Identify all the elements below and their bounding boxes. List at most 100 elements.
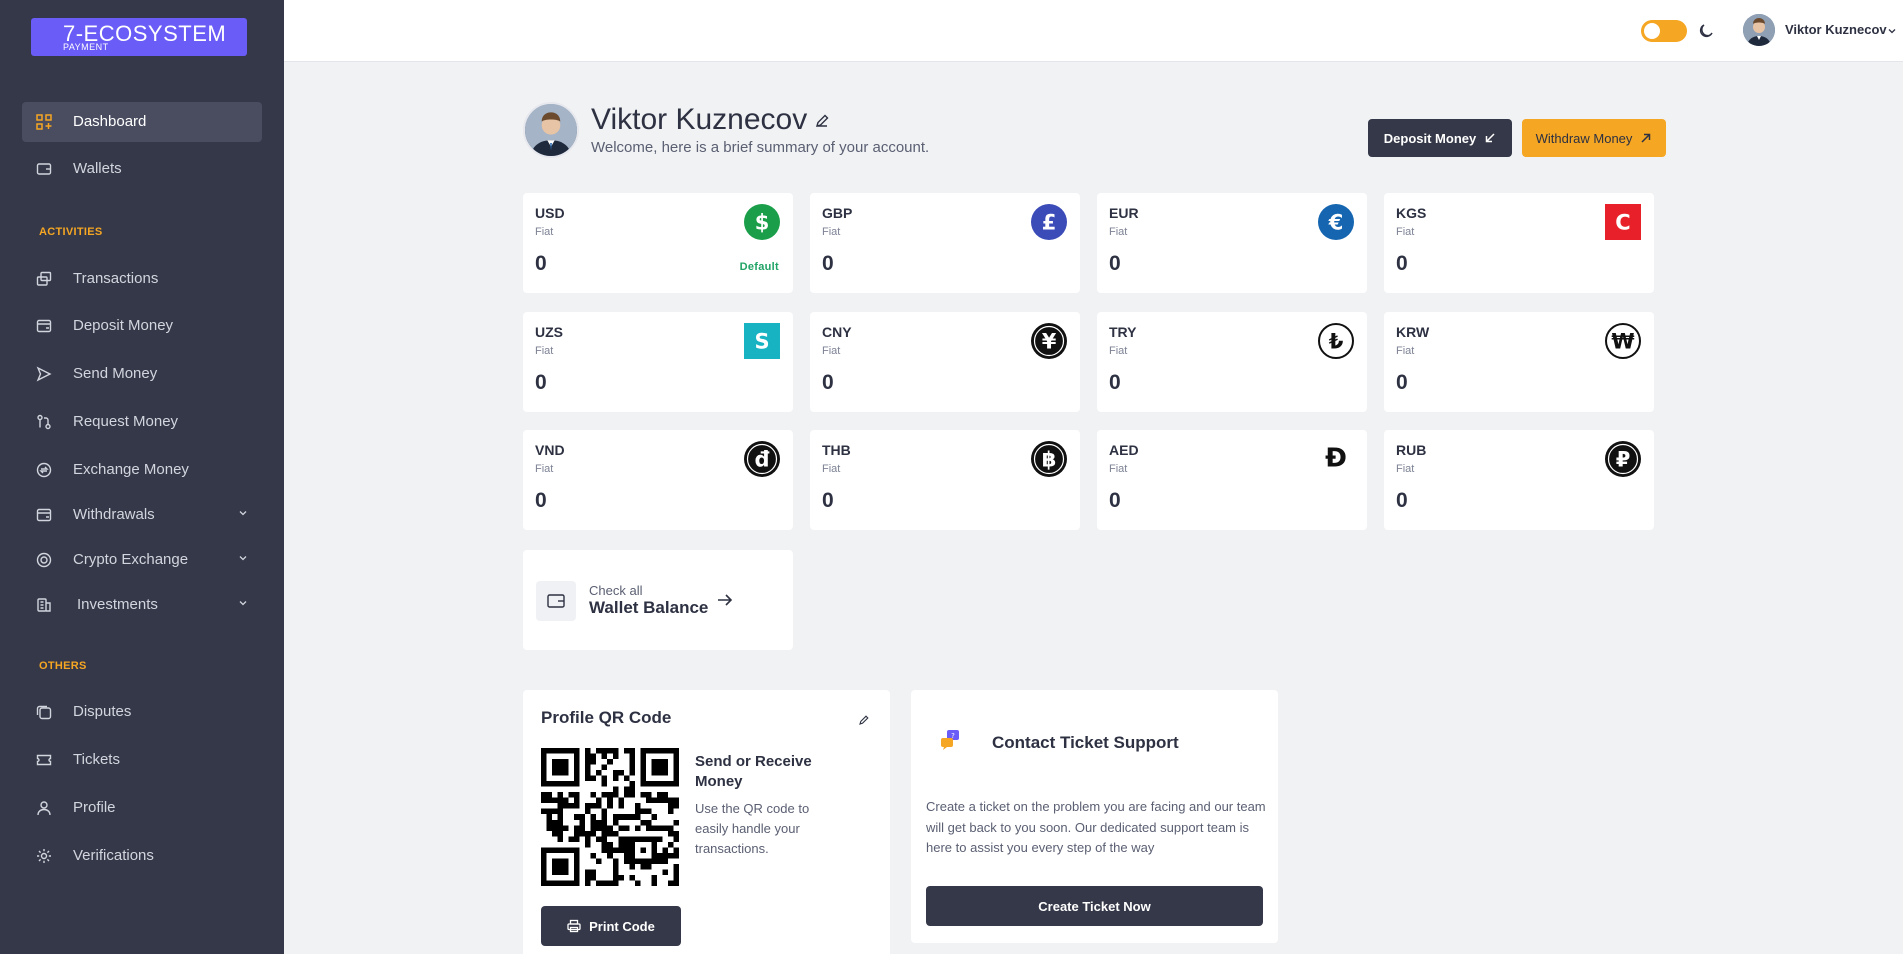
arrow-down-left-icon [1485,133,1495,143]
wallet-card-title: Wallet Balance [589,598,709,617]
theme-toggle[interactable] [1641,20,1687,42]
sidebar-item-tickets[interactable]: Tickets [22,740,262,780]
page-title: Viktor Kuznecov [591,103,808,136]
currency-card-vnd[interactable]: VND Fiat 0 đ [523,430,793,530]
currency-type: Fiat [535,226,554,238]
arrow-right-icon [718,594,733,606]
sidebar-item-dashboard[interactable]: Dashboard [22,102,262,142]
create-ticket-button[interactable]: Create Ticket Now [926,886,1263,926]
currency-code: VND [535,442,565,458]
currency-card-cny[interactable]: CNY Fiat 0 ¥ [810,312,1080,412]
default-badge: Default [739,261,779,273]
sidebar-item-exchange-money[interactable]: Exchange Money [22,450,262,490]
gear-icon [37,849,51,863]
sidebar-item-request-money[interactable]: Request Money [22,402,262,442]
sidebar-item-label: Investments [77,596,158,613]
svg-text:$: $ [755,211,770,235]
moon-icon[interactable] [1697,22,1715,40]
currency-gbp-icon: £ [1031,204,1067,240]
exchange-icon [36,462,52,478]
chevron-down-icon[interactable] [1887,26,1897,36]
request-icon [37,414,51,430]
sidebar-item-label: Deposit Money [73,317,174,334]
currency-card-kgs[interactable]: KGS Fiat 0 C [1384,193,1654,293]
sidebar-item-label: Verifications [73,847,154,864]
printer-icon [567,919,581,933]
currency-kgs-icon: C [1605,204,1641,240]
print-code-label: Print Code [589,918,655,934]
deposit-money-label: Deposit Money [1383,130,1477,146]
svg-text:₽: ₽ [1616,448,1631,472]
sidebar-item-profile[interactable]: Profile [22,788,262,828]
currency-card-gbp[interactable]: GBP Fiat 0 £ [810,193,1080,293]
svg-text:S: S [754,330,769,354]
currency-code: GBP [822,205,853,221]
currency-card-uzs[interactable]: UZS Fiat 0 S [523,312,793,412]
chevron-down-icon [239,511,247,516]
currency-card-usd[interactable]: USD Fiat 0 Default $ [523,193,793,293]
currency-vnd-icon: đ [744,441,780,477]
currency-card-rub[interactable]: RUB Fiat 0 ₽ [1384,430,1654,530]
currency-card-eur[interactable]: EUR Fiat 0 € [1097,193,1367,293]
withdraw-money-label: Withdraw Money [1535,130,1633,146]
currency-rub-icon: ₽ [1605,441,1641,477]
currency-try-icon: ₺ [1318,323,1354,359]
currency-type: Fiat [535,463,554,475]
sidebar-item-send-money[interactable]: Send Money [22,354,262,394]
toggle-knob [1644,23,1660,39]
sidebar-item-withdrawals[interactable]: Withdrawals [22,495,262,535]
edit-pencil-icon[interactable] [814,113,830,129]
sidebar-item-label: Request Money [73,413,179,430]
qr-heading: Send or Receive Money [695,753,812,790]
edit-pencil-icon[interactable] [858,714,870,726]
sidebar-item-label: Transactions [73,270,159,287]
sidebar-item-crypto-exchange[interactable]: Crypto Exchange [22,540,262,580]
svg-text:C: C [1615,211,1630,235]
currency-code: UZS [535,324,563,340]
dashboard-grid-icon [36,114,52,130]
section-activities: ACTIVITIES [39,226,103,238]
crypto-icon [36,552,52,568]
support-chat-icon: ? [941,730,959,750]
currency-aed-icon: Đ [1325,444,1347,474]
currency-code: KGS [1396,205,1427,221]
print-code-button[interactable]: Print Code [541,906,681,946]
withdraw-money-button[interactable]: Withdraw Money [1522,119,1666,157]
sidebar-item-investments[interactable]: Investments [22,585,262,625]
support-title: Contact Ticket Support [992,733,1179,752]
currency-code: EUR [1109,205,1139,221]
wallet-balance-card[interactable]: Check all Wallet Balance [523,550,793,650]
currency-code: USD [535,205,565,221]
deposit-money-button[interactable]: Deposit Money [1368,119,1512,157]
currency-type: Fiat [822,463,841,475]
svg-text:đ: đ [754,448,769,472]
deposit-icon [36,319,52,333]
sidebar-item-deposit-money[interactable]: Deposit Money [22,306,262,346]
user-menu-name[interactable]: Viktor Kuznecov [1785,22,1887,37]
sidebar-item-label: Withdrawals [73,506,155,523]
qr-panel-title: Profile QR Code [541,708,672,727]
user-icon [37,801,51,816]
sidebar-item-disputes[interactable]: Disputes [22,692,262,732]
currency-balance: 0 [1109,371,1121,394]
avatar[interactable] [1743,14,1775,46]
currency-type: Fiat [1396,226,1415,238]
currency-card-aed[interactable]: AED Fiat 0 Đ [1097,430,1367,530]
currency-balance: 0 [822,371,834,394]
currency-card-krw[interactable]: KRW Fiat 0 ₩ [1384,312,1654,412]
sidebar-item-label: Tickets [73,751,120,768]
wallet-icon [547,594,565,608]
currency-card-thb[interactable]: THB Fiat 0 ฿ [810,430,1080,530]
profile-avatar [523,102,579,158]
wallet-icon [36,163,52,175]
sidebar-item-transactions[interactable]: Transactions [22,259,262,299]
svg-text:₩: ₩ [1611,330,1634,354]
currency-balance: 0 [535,489,547,512]
profile-qr-panel: Profile QR Code Send or Receive Money Us… [523,690,890,954]
brand-logo[interactable]: 7-ECOSYSTEM PAYMENT [31,18,247,56]
wallet-card-pre: Check all [589,583,643,598]
sidebar-item-verifications[interactable]: Verifications [22,836,262,876]
currency-card-try[interactable]: TRY Fiat 0 ₺ [1097,312,1367,412]
currency-balance: 0 [822,489,834,512]
sidebar-item-wallets[interactable]: Wallets [22,149,262,189]
